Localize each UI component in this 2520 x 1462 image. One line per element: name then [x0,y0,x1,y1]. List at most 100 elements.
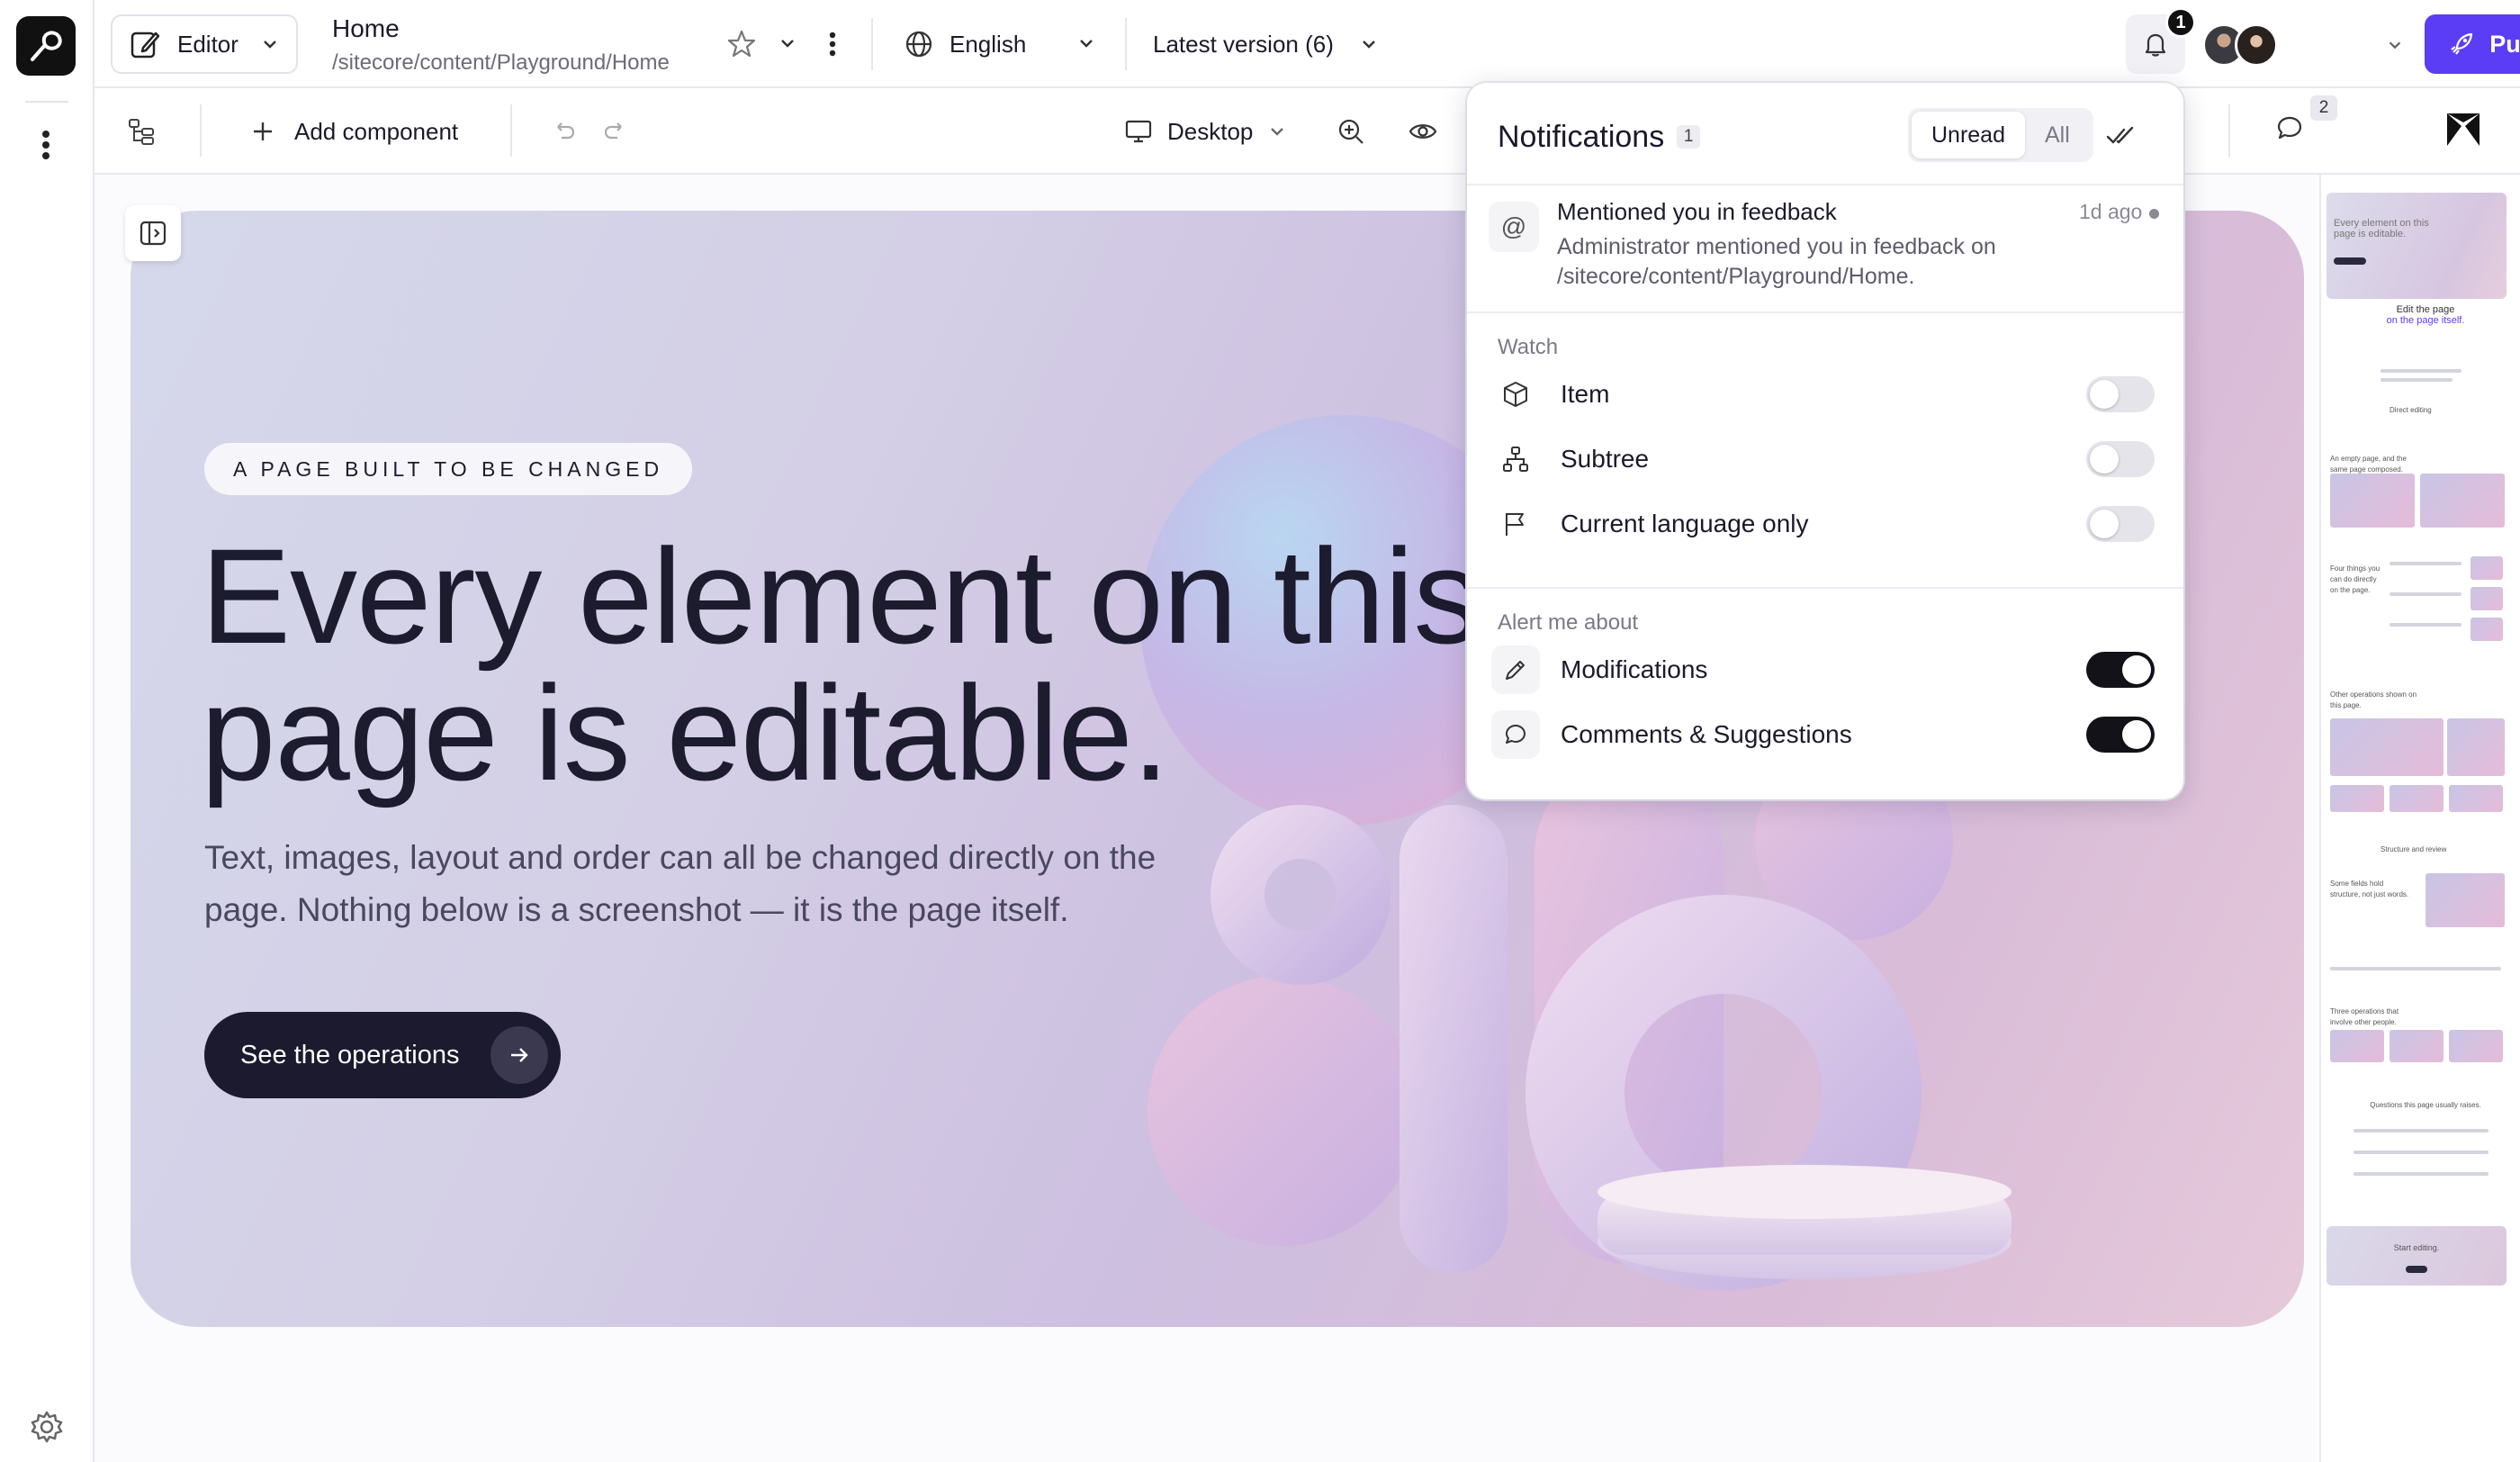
zoom-in-icon[interactable] [1333,113,1369,149]
notifications-header: Notifications 1 [1498,110,1701,164]
subtree-hierarchy-icon [1498,441,1534,477]
filter-unread-tab[interactable]: Unread [1912,112,2025,158]
watch-item-row[interactable]: Item [1498,369,2155,420]
settings-gear-icon[interactable] [29,1409,65,1445]
thumb-image [2426,873,2505,927]
thumb-image [2330,1030,2384,1062]
watch-subtree-label: Subtree [1561,445,1650,473]
page-thumbnail[interactable]: Every element on this page is editable. … [2326,193,2506,1453]
alert-comments-row[interactable]: Comments & Suggestions [1491,709,2155,760]
globe-icon [904,30,933,59]
thumb-text: on the page itself. [2386,315,2465,326]
device-chevron-down-icon [1267,122,1287,141]
notification-time: 1d ago [2079,200,2143,223]
notifications-title: Notifications [1498,119,1665,154]
notifications-bell-button[interactable]: 1 [2126,7,2196,74]
thumb-line [2380,378,2452,382]
header-divider [871,18,873,70]
thumb-line [2354,1151,2488,1154]
thumb-text: Edit the page [2396,304,2455,315]
thumb-line [2390,592,2462,596]
thumb-image [2449,785,2503,812]
rail-divider [25,101,68,103]
thumb-image [2330,474,2415,528]
cube-icon [1498,376,1534,412]
header-divider [1125,18,1127,70]
version-label: Latest version (6) [1153,30,1334,58]
notification-title: Mentioned you in feedback [1557,198,1837,225]
collaborators[interactable] [2202,23,2278,67]
watch-subtree-row[interactable]: Subtree [1498,434,2155,484]
chevron-down-icon [260,34,280,54]
publish-button[interactable]: Publish [2425,14,2520,74]
publish-label: Publish [2489,30,2520,58]
thumb-image [2420,474,2505,528]
redo-icon[interactable] [597,113,633,149]
device-label: Desktop [1167,117,1254,145]
thumb-image [2470,618,2503,641]
version-selector[interactable]: Latest version (6) [1153,14,1379,74]
notification-item[interactable]: @ Mentioned you in feedback 1d ago Admin… [1467,182,2183,308]
notifications-popover: Notifications 1 Unread All @ Mentioned y… [1467,83,2183,799]
thumb-text: Every element on this page is editable. [2334,218,2429,239]
notification-body: Administrator mentioned you in feedback … [1557,234,1996,289]
thumb-image [2330,718,2444,776]
watch-language-row[interactable]: Current language only [1498,499,2155,549]
thumb-text: Questions this page usually raises. [2370,1101,2481,1109]
alert-modifications-row[interactable]: Modifications [1491,645,2155,695]
notifications-count-badge: 1 [1677,125,1701,149]
notification-filter: Unread All [1908,108,2093,162]
collaborators-chevron-down-icon[interactable] [2382,32,2408,58]
thumb-line [2354,1172,2488,1176]
language-chevron-down-icon[interactable] [1072,29,1101,58]
hero-eyebrow[interactable]: A PAGE BUILT TO BE CHANGED [204,443,693,495]
alert-section-label: Alert me about [1498,610,1639,635]
thumb-text: An empty page, and the same page compose… [2330,455,2407,474]
preview-eye-icon[interactable] [1405,113,1441,149]
watch-language-toggle[interactable] [2086,506,2155,542]
language-selector[interactable]: English [904,14,1026,74]
device-selector[interactable]: Desktop [1124,112,1287,151]
avatar[interactable] [2235,23,2278,67]
mark-all-read-icon[interactable] [2102,117,2140,155]
watch-subtree-toggle[interactable] [2086,441,2155,477]
page-thumbnail-strip[interactable]: Every element on this page is editable. … [2319,175,2520,1462]
thumb-text: Start editing. [2393,1243,2440,1252]
divider [1467,587,2183,589]
thumb-image [2449,1030,2503,1062]
panel-toggle-button[interactable] [125,205,181,261]
watch-item-toggle[interactable] [2086,376,2155,412]
thumb-hero: Every element on this page is editable. [2326,193,2506,299]
hero-heading-line-2: page is editable. [201,657,1169,808]
thumb-image [2470,587,2503,610]
notification-count-badge: 1 [2165,7,2196,38]
thumb-image [2390,785,2444,812]
see-operations-button[interactable]: See the operations [204,1012,561,1098]
content-tree-icon[interactable] [123,113,159,149]
sidebar-panel-icon [139,219,167,248]
plus-icon [251,120,274,143]
comments-button[interactable]: 2 [2274,95,2337,155]
thumb-text: Three operations that involve other peop… [2330,1007,2399,1026]
favorite-star-icon[interactable] [724,27,759,61]
version-chevron-down-icon [1359,34,1379,54]
filter-all-tab[interactable]: All [2025,112,2090,158]
thumb-text: Other operations shown on this page. [2330,690,2417,709]
left-rail [0,0,94,1462]
favorites-chevron-down-icon[interactable] [773,29,802,58]
mode-selector[interactable]: Editor [111,14,298,74]
arrow-right-icon [490,1026,548,1084]
page-more-icon[interactable] [822,27,843,61]
app-logo-icon[interactable] [16,16,76,76]
brand-logo-icon[interactable] [2442,108,2485,151]
thumb-text: Four things you can do directly on the p… [2330,564,2380,594]
undo-icon[interactable] [546,113,582,149]
hero-subtext[interactable]: Text, images, layout and order can all b… [204,832,1239,936]
alert-modifications-toggle[interactable] [2086,652,2155,688]
alert-comments-toggle[interactable] [2086,717,2155,753]
add-component-button[interactable]: Add component [251,112,458,151]
thumb-footer: Start editing. [2326,1226,2506,1286]
more-vertical-icon[interactable] [32,126,59,164]
bell-icon [2141,30,2170,59]
page-title: Home [332,14,400,42]
